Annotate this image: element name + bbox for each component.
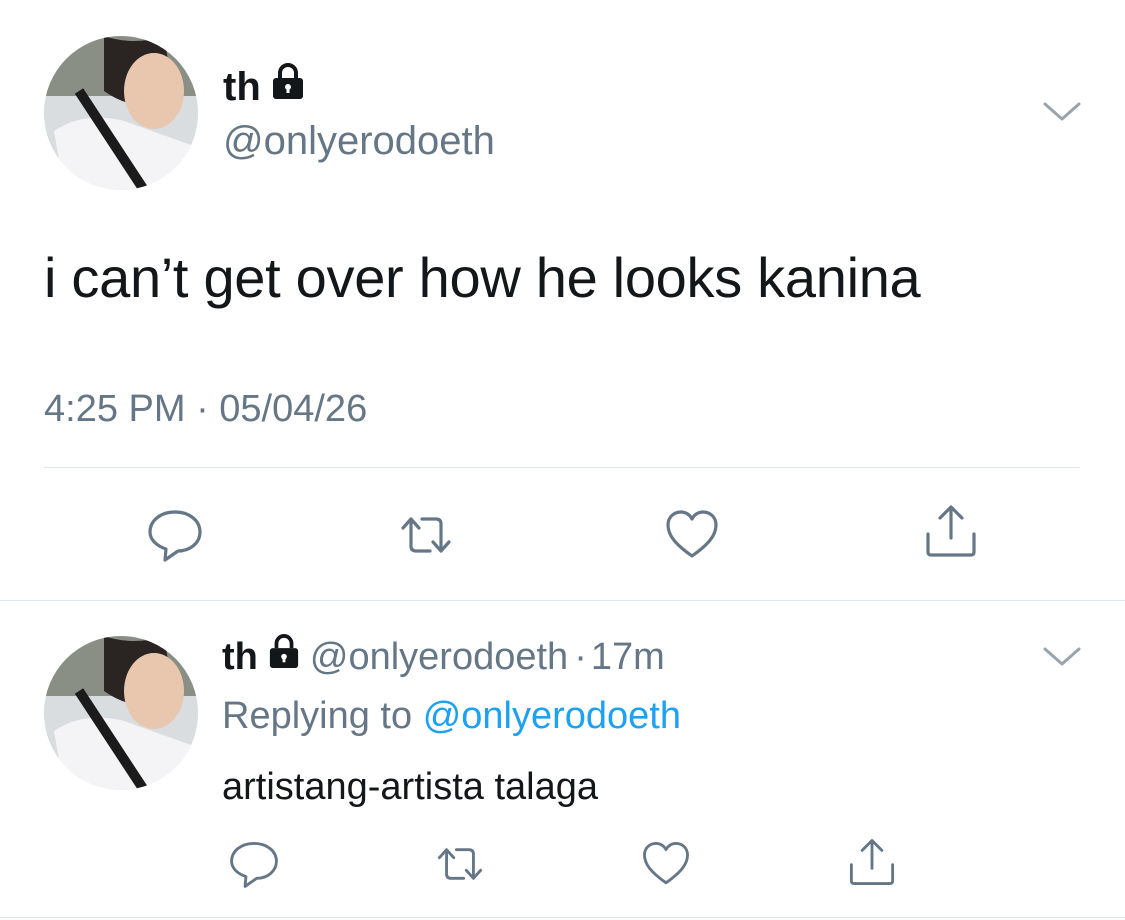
share-icon[interactable] <box>846 836 898 893</box>
bottom-divider <box>0 917 1125 918</box>
reply-handle[interactable]: @onlyerodoeth <box>310 633 568 681</box>
lock-icon <box>271 62 305 111</box>
tweet-text: i can’t get over how he looks kanina <box>44 246 921 309</box>
retweet-icon[interactable] <box>397 506 455 569</box>
avatar[interactable] <box>44 36 198 190</box>
reply-text: artistang-artista talaga <box>222 766 598 808</box>
separator: · <box>574 636 587 678</box>
reply-header: th @onlyerodoeth · 17m <box>222 633 665 681</box>
display-name[interactable]: th <box>223 62 305 111</box>
chevron-down-icon[interactable] <box>1042 645 1082 674</box>
replying-to-label: Replying to <box>222 695 413 737</box>
handle[interactable]: @onlyerodoeth <box>223 117 495 165</box>
reply-icon[interactable] <box>146 506 204 569</box>
replying-to: Replying to @onlyerodoeth <box>222 692 681 740</box>
display-name-text[interactable]: th <box>223 63 261 111</box>
chevron-down-icon[interactable] <box>1042 100 1082 129</box>
like-icon[interactable] <box>663 506 721 569</box>
replying-to-link[interactable]: @onlyerodoeth <box>423 695 681 737</box>
section-divider <box>0 600 1125 601</box>
share-icon[interactable] <box>922 502 980 565</box>
divider <box>44 467 1080 468</box>
lock-icon <box>268 633 300 681</box>
reply-age[interactable]: 17m <box>591 633 665 681</box>
reply-display-name[interactable]: th <box>222 633 258 681</box>
like-icon[interactable] <box>640 838 692 895</box>
retweet-icon[interactable] <box>434 838 486 895</box>
reply-avatar[interactable] <box>44 636 198 790</box>
timestamp[interactable]: 4:25 PM · 05/04/26 <box>44 386 367 432</box>
reply-icon[interactable] <box>228 838 280 895</box>
